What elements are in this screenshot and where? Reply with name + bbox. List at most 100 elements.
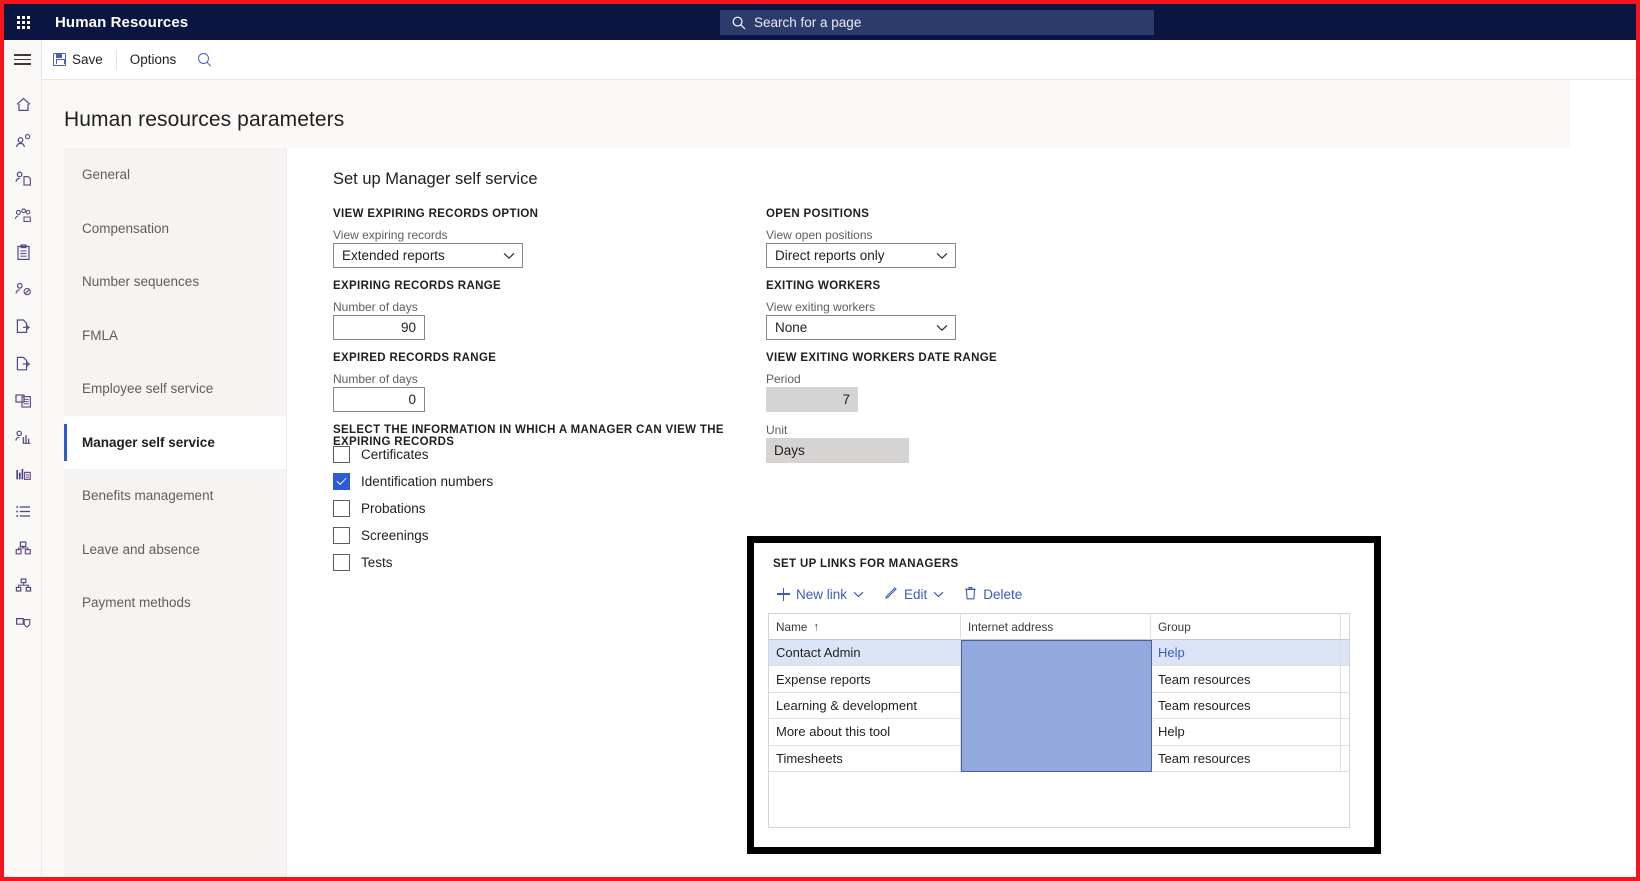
waffle-grid-icon[interactable] [4, 4, 42, 40]
hamburger-menu-icon[interactable] [4, 40, 42, 80]
options-button-label: Options [130, 52, 177, 67]
page-share-alt-icon[interactable] [4, 345, 42, 382]
page-share-icon[interactable] [4, 308, 42, 345]
column-header-label: Name [776, 620, 807, 634]
sidebar-item-employee-self-service[interactable]: Employee self service [64, 362, 286, 416]
links-grid: Name ↑ Internet address Group Contact Ad… [768, 613, 1350, 828]
label-expiring-number-of-days: Number of days [333, 300, 418, 314]
options-button[interactable]: Options [119, 40, 188, 80]
cell-spacer [1341, 666, 1349, 691]
hierarchy-icon[interactable] [4, 567, 42, 604]
group-header-open-positions: OPEN POSITIONS [766, 208, 869, 220]
clipboard-list-icon[interactable] [4, 234, 42, 271]
sidebar-item-fmla[interactable]: FMLA [64, 309, 286, 363]
checkbox-certificates[interactable]: Certificates [333, 446, 429, 463]
sidebar-item-general[interactable]: General [64, 148, 286, 202]
cell-group[interactable]: Help [1151, 640, 1341, 665]
cell-group[interactable]: Help [1151, 719, 1341, 744]
cell-group[interactable]: Team resources [1151, 693, 1341, 718]
group-header-select-information: SELECT THE INFORMATION IN WHICH A MANAGE… [333, 424, 773, 448]
chevron-down-icon[interactable] [933, 591, 944, 598]
multi-page-icon[interactable] [4, 382, 42, 419]
group-header-expiring-records-range: EXPIRING RECORDS RANGE [333, 280, 501, 292]
unit-value: Days [766, 438, 909, 463]
app-title: Human Resources [55, 14, 188, 31]
cell-spacer [1341, 719, 1349, 744]
column-header-internet-address[interactable]: Internet address [961, 614, 1151, 640]
cell-spacer [1341, 746, 1349, 771]
edit-button[interactable]: Edit [875, 580, 953, 608]
page-canvas: Human resources parameters General Compe… [42, 80, 1570, 877]
period-value: 7 [766, 387, 858, 412]
bar-chart-icon[interactable] [4, 456, 42, 493]
save-button[interactable]: Save [42, 40, 114, 80]
expired-number-of-days-input[interactable]: 0 [333, 387, 425, 412]
view-expiring-records-select[interactable]: Extended reports [333, 243, 523, 268]
links-toolbar: New link Edit [768, 580, 1031, 608]
sidebar-item-label: FMLA [82, 328, 118, 343]
app-viewport: Human Resources Search for a page Save O… [0, 0, 1640, 881]
chevron-down-icon [929, 324, 955, 332]
column-header-group[interactable]: Group [1151, 614, 1341, 640]
sidebar-item-leave-and-absence[interactable]: Leave and absence [64, 523, 286, 577]
cell-group[interactable]: Team resources [1151, 746, 1341, 771]
command-search-button[interactable] [187, 40, 222, 80]
checkbox-tests[interactable]: Tests [333, 554, 393, 571]
list-icon[interactable] [4, 493, 42, 530]
sidebar-item-benefits-management[interactable]: Benefits management [64, 469, 286, 523]
home-icon[interactable] [4, 86, 42, 123]
cell-name[interactable]: Learning & development [769, 693, 961, 718]
sidebar-item-label: Benefits management [82, 488, 213, 503]
parameters-tab-list: General Compensation Number sequences FM… [64, 148, 286, 877]
cell-name[interactable]: Timesheets [769, 746, 961, 771]
chevron-down-icon[interactable] [853, 591, 864, 598]
expiring-number-of-days-input[interactable]: 90 [333, 315, 425, 340]
view-expiring-records-value: Extended reports [334, 248, 496, 263]
sidebar-item-label: Leave and absence [82, 542, 200, 557]
toolbar-divider [116, 50, 117, 70]
shield-tag-icon[interactable] [4, 604, 42, 641]
left-icon-rail [4, 80, 42, 877]
label-view-expiring-records: View expiring records [333, 228, 448, 242]
checkbox-probations[interactable]: Probations [333, 500, 426, 517]
delete-label: Delete [983, 587, 1022, 602]
cell-group[interactable]: Team resources [1151, 666, 1341, 691]
person-chart-icon[interactable] [4, 419, 42, 456]
cell-spacer [1341, 693, 1349, 718]
internet-address-focused-cell[interactable] [961, 640, 1152, 772]
checkbox-screenings[interactable]: Screenings [333, 527, 429, 544]
checkbox-identification-numbers[interactable]: Identification numbers [333, 473, 493, 490]
grid-empty-area [769, 772, 1349, 822]
global-search-input[interactable]: Search for a page [720, 10, 1154, 35]
delete-button[interactable]: Delete [955, 580, 1031, 608]
sidebar-item-label: Employee self service [82, 381, 213, 396]
search-icon [198, 53, 211, 66]
sidebar-item-number-sequences[interactable]: Number sequences [64, 255, 286, 309]
cell-name[interactable]: More about this tool [769, 719, 961, 744]
sidebar-item-payment-methods[interactable]: Payment methods [64, 576, 286, 630]
label-view-exiting-workers: View exiting workers [766, 300, 875, 314]
group-header-expired-records-range: EXPIRED RECORDS RANGE [333, 352, 496, 364]
people-group-icon[interactable] [4, 197, 42, 234]
save-disk-icon [53, 53, 66, 66]
cell-name[interactable]: Expense reports [769, 666, 961, 691]
sidebar-item-label: Number sequences [82, 274, 199, 289]
checkbox-box [333, 500, 350, 517]
org-flow-icon[interactable] [4, 530, 42, 567]
command-bar: Save Options [4, 40, 1636, 80]
column-header-name[interactable]: Name ↑ [769, 614, 961, 640]
person-block-icon[interactable] [4, 271, 42, 308]
set-up-links-for-managers-section: SET UP LINKS FOR MANAGERS New link [747, 536, 1381, 854]
view-exiting-workers-select[interactable]: None [766, 315, 956, 340]
cell-name[interactable]: Contact Admin [769, 640, 961, 665]
sidebar-item-compensation[interactable]: Compensation [64, 202, 286, 256]
checkbox-box-checked [333, 473, 350, 490]
cell-spacer [1341, 640, 1349, 665]
person-add-icon[interactable] [4, 123, 42, 160]
new-link-button[interactable]: New link [768, 580, 873, 608]
view-open-positions-select[interactable]: Direct reports only [766, 243, 956, 268]
sidebar-item-manager-self-service[interactable]: Manager self service [64, 416, 286, 470]
checkbox-box [333, 554, 350, 571]
trash-icon [964, 586, 977, 603]
person-page-icon[interactable] [4, 160, 42, 197]
